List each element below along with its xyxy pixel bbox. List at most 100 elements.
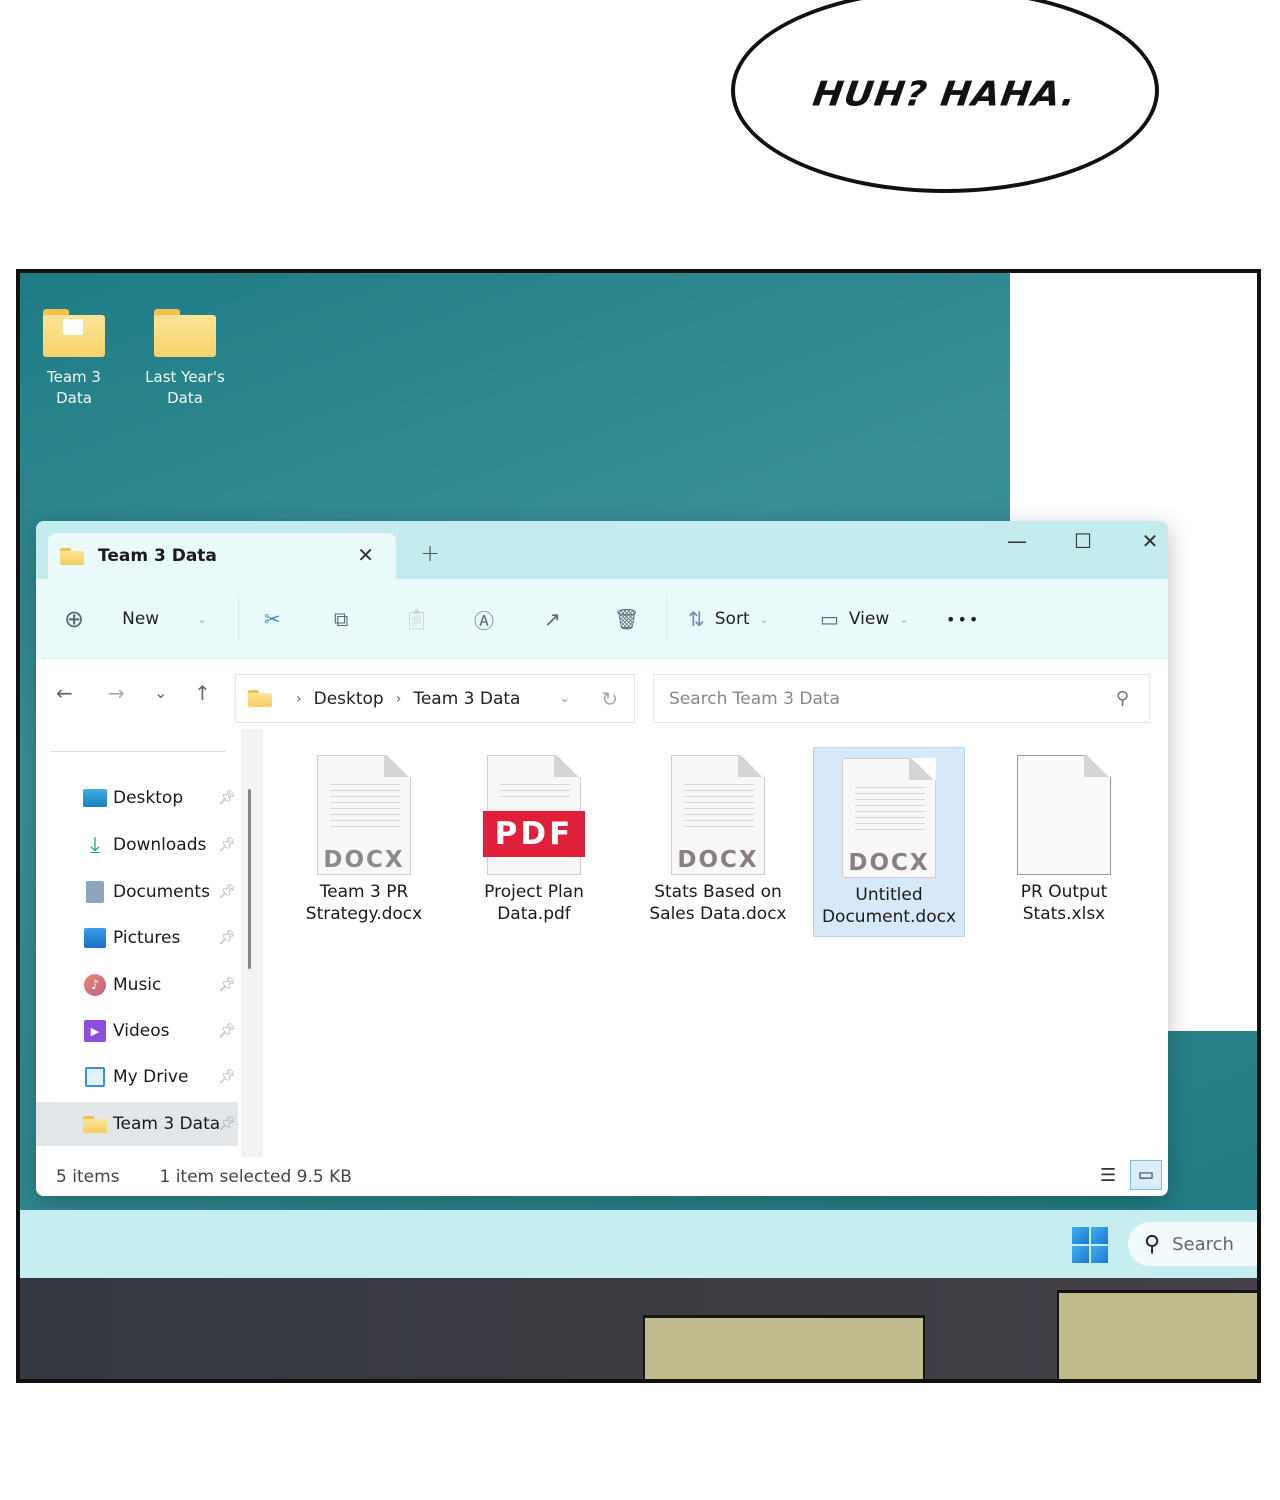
speech-bubble-text: HUH? HAHA. <box>810 75 1080 114</box>
up-button[interactable]: ↑ <box>194 681 211 705</box>
minimize-button[interactable]: — <box>994 529 1040 553</box>
pin-icon[interactable]: 📌︎ <box>218 1116 236 1132</box>
forward-button[interactable]: → <box>108 681 125 705</box>
add-circle-icon: ⊕ <box>64 605 85 633</box>
taskbar-search-label: Search <box>1172 1233 1234 1255</box>
sidebar-scrollbar[interactable] <box>248 789 251 969</box>
file-item[interactable]: DOCX Team 3 PR Strategy.docx <box>288 745 440 925</box>
close-window-button[interactable]: ✕ <box>1127 529 1168 553</box>
pin-icon[interactable]: 📌︎ <box>218 1023 236 1039</box>
breadcrumb-desktop[interactable]: Desktop <box>314 689 384 709</box>
cardboard-box <box>643 1315 925 1379</box>
toolbar-divider <box>666 595 667 643</box>
sidebar-item-music[interactable]: ♪ Music 📌︎ <box>36 963 238 1007</box>
paste-icon[interactable]: 📋︎ <box>404 603 429 635</box>
file-item[interactable]: DOCX Stats Based on Sales Data.docx <box>642 745 794 925</box>
taskbar-search[interactable]: ⚲ Search <box>1128 1222 1257 1266</box>
sidebar-item-videos[interactable]: ▶ Videos 📌︎ <box>36 1009 238 1053</box>
tiles-view-icon[interactable]: ▭ <box>1130 1160 1162 1190</box>
breadcrumb-team3-data[interactable]: Team 3 Data <box>413 689 520 709</box>
file-name: PR Output <box>1020 882 1108 902</box>
desktop-icon-team3-data[interactable]: Team 3 Data <box>24 309 124 409</box>
windows-start-icon[interactable] <box>1072 1227 1108 1263</box>
pin-icon[interactable]: 📌︎ <box>218 977 236 993</box>
details-view-icon[interactable]: ☰ <box>1100 1165 1116 1186</box>
folder-icon <box>248 690 272 707</box>
share-icon[interactable]: ↗ <box>544 603 561 635</box>
file-name: Data.pdf <box>497 904 571 924</box>
more-options-button[interactable]: ••• <box>946 603 980 635</box>
pin-icon[interactable]: 📌︎ <box>218 930 236 946</box>
new-tab-button[interactable]: + <box>420 539 440 567</box>
chevron-right-icon: › <box>296 690 302 707</box>
address-dropdown-icon[interactable]: ⌄ <box>559 691 570 706</box>
sidebar-item-label: Pictures <box>113 928 181 948</box>
file-type-label: PDF <box>483 811 585 857</box>
navigation-pane: Desktop 📌︎ ⤓ Downloads 📌︎ Documents 📌︎ P… <box>36 729 263 1157</box>
sidebar-scroll-track[interactable] <box>241 729 263 1157</box>
file-name: Team 3 PR <box>319 882 409 902</box>
file-explorer-window: Team 3 Data ✕ + — ☐ ✕ ⊕ New ⌄ ✂ ⧉ 📋︎ Ⓐ ↗… <box>36 521 1168 1196</box>
tab-close-icon[interactable]: ✕ <box>357 543 374 567</box>
docx-file-icon: DOCX <box>671 755 765 875</box>
copy-icon[interactable]: ⧉ <box>334 603 348 635</box>
file-type-label: DOCX <box>677 847 759 873</box>
desktop-icon-last-years-data[interactable]: Last Year's Data <box>135 309 235 409</box>
file-name: Project Plan <box>484 882 584 902</box>
docx-file-icon: DOCX <box>317 755 411 875</box>
rename-icon[interactable]: Ⓐ <box>474 603 494 635</box>
back-button[interactable]: ← <box>56 681 73 705</box>
recent-locations-button[interactable]: ⌄ <box>154 683 167 702</box>
tab-team3-data[interactable]: Team 3 Data ✕ <box>48 533 396 579</box>
pin-icon[interactable]: 📌︎ <box>218 837 236 853</box>
view-button[interactable]: ▭ View ⌄ <box>820 603 908 635</box>
pdf-file-icon: PDF <box>483 755 585 875</box>
download-icon: ⤓ <box>90 832 100 858</box>
delete-icon[interactable]: 🗑︎ <box>614 603 639 635</box>
videos-icon: ▶ <box>83 1020 107 1042</box>
file-type-label: DOCX <box>848 850 930 876</box>
sidebar-item-downloads[interactable]: ⤓ Downloads 📌︎ <box>36 823 238 867</box>
file-name: Document.docx <box>821 907 957 927</box>
file-name: Sales Data.docx <box>649 904 787 924</box>
file-name: Strategy.docx <box>305 904 423 924</box>
new-button[interactable]: ⊕ New ⌄ <box>64 603 206 635</box>
sidebar-item-desktop[interactable]: Desktop 📌︎ <box>36 776 238 820</box>
drive-icon <box>83 1066 107 1088</box>
refresh-icon[interactable]: ↻ <box>601 687 618 711</box>
desktop-icon-label: Last Year's <box>145 368 225 386</box>
sort-button[interactable]: ⇅ Sort ⌄ <box>688 603 769 635</box>
view-label: View <box>848 609 890 629</box>
pin-icon[interactable]: 📌︎ <box>218 790 236 806</box>
sidebar-item-label: Music <box>113 975 162 995</box>
file-name: Stats Based on <box>654 882 782 902</box>
file-item-selected[interactable]: DOCX Untitled Document.docx <box>813 747 965 937</box>
chevron-down-icon: ⌄ <box>197 612 207 626</box>
sidebar-item-my-drive[interactable]: My Drive 📌︎ <box>36 1055 238 1099</box>
sidebar-item-documents[interactable]: Documents 📌︎ <box>36 870 238 914</box>
folder-with-file-icon <box>43 309 105 357</box>
file-item[interactable]: PR Output Stats.xlsx <box>988 745 1140 925</box>
maximize-button[interactable]: ☐ <box>1060 529 1106 553</box>
file-item[interactable]: PDF Project Plan Data.pdf <box>458 745 610 925</box>
folder-icon <box>154 309 216 357</box>
command-bar: ⊕ New ⌄ ✂ ⧉ 📋︎ Ⓐ ↗ 🗑︎ ⇅ Sort ⌄ ▭ View ⌄ … <box>36 579 1168 659</box>
comic-panel: Team 3 Data Last Year's Data Team 3 Data… <box>16 269 1261 1383</box>
sidebar-item-pictures[interactable]: Pictures 📌︎ <box>36 916 238 960</box>
cut-icon[interactable]: ✂ <box>264 603 281 635</box>
search-icon: ⚲ <box>1115 688 1129 709</box>
pin-icon[interactable]: 📌︎ <box>218 1069 236 1085</box>
folder-icon <box>60 547 84 565</box>
sidebar-item-team3-data[interactable]: Team 3 Data 📌︎ <box>36 1102 238 1146</box>
pin-icon[interactable]: 📌︎ <box>218 884 236 900</box>
address-bar[interactable]: › Desktop › Team 3 Data ⌄ ↻ <box>235 674 635 723</box>
navigation-bar: ← → ⌄ ↑ › Desktop › Team 3 Data ⌄ ↻ Sear… <box>36 659 1168 729</box>
file-type-label: DOCX <box>323 847 405 873</box>
search-input[interactable]: Search Team 3 Data ⚲ <box>653 674 1150 723</box>
sidebar-divider <box>51 751 226 752</box>
sidebar-item-label: Documents <box>113 882 210 902</box>
file-name: Stats.xlsx <box>1022 904 1106 924</box>
documents-icon <box>83 881 107 903</box>
sidebar-item-label: Team 3 Data <box>113 1114 221 1134</box>
desktop-icon-label: Data <box>167 389 203 407</box>
